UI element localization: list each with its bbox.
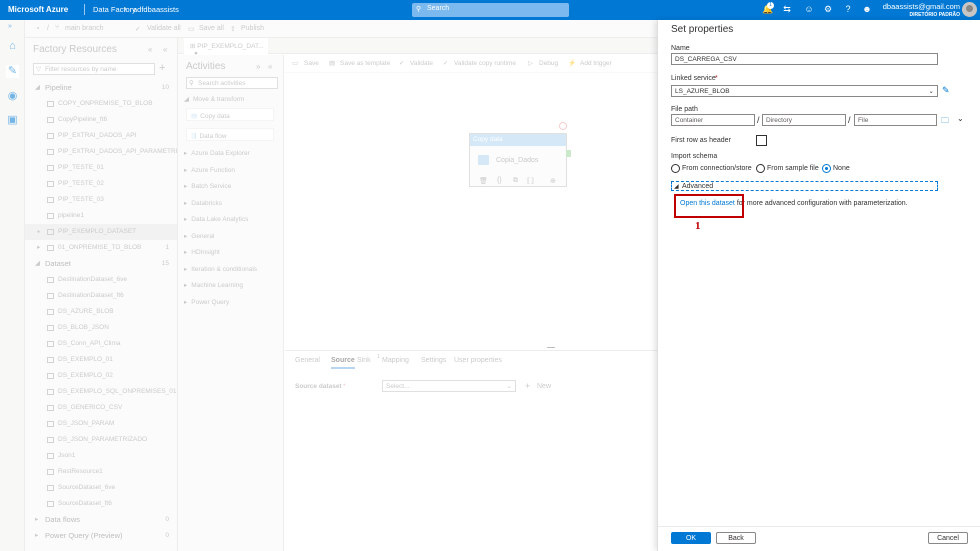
file-input[interactable]: File (854, 114, 937, 126)
back-button[interactable]: Back (716, 532, 756, 544)
name-label: Name (671, 45, 690, 52)
divider (84, 4, 85, 15)
user-email: dbaassists@gmail.com (882, 2, 960, 11)
name-field[interactable]: DS_CARREGA_CSV (671, 53, 938, 65)
folder-icon[interactable]: 🗀 (941, 115, 949, 129)
first-row-checkbox[interactable] (756, 135, 767, 146)
footer-divider (658, 526, 980, 527)
radio-label-connection: From connection/store (682, 165, 752, 172)
set-properties-panel: Set properties Name DS_CARREGA_CSV Linke… (657, 20, 980, 551)
linked-service-value: LS_AZURE_BLOB (675, 88, 730, 95)
search-icon: ⚲ (416, 6, 422, 13)
edit-pencil-icon[interactable]: ✎ (942, 85, 950, 96)
gear-icon[interactable]: ⚙ (822, 4, 834, 15)
first-row-label: First row as header (671, 137, 731, 144)
radio-label-sample: From sample file (767, 165, 819, 172)
help-icon[interactable]: ? (842, 4, 854, 14)
annotation-highlight-box (674, 194, 744, 218)
file-path-label: File path (671, 106, 698, 113)
required-marker: * (715, 75, 718, 82)
import-schema-label: Import schema (671, 153, 718, 160)
container-input[interactable]: Container (671, 114, 755, 126)
user-directory: DIRETÓRIO PADRÃO (909, 12, 960, 18)
chevron-right-icon: › (124, 4, 127, 13)
linked-service-label: Linked service (671, 75, 716, 82)
path-separator: / (757, 115, 760, 125)
directory-input[interactable]: Directory (762, 114, 846, 126)
panel-title: Set properties (671, 24, 734, 35)
import-schema-radios: From connection/store From sample file N… (671, 163, 971, 175)
annotation-number: 1 (695, 220, 701, 232)
radio-none[interactable] (822, 164, 831, 173)
radio-label-none: None (833, 165, 850, 172)
advanced-description: for more advanced configuration with par… (734, 200, 908, 207)
feedback-icon[interactable]: ☺ (803, 4, 815, 14)
path-separator: / (848, 115, 851, 125)
search-placeholder: Search (427, 5, 450, 12)
notification-badge: 1 (767, 2, 774, 9)
radio-from-sample[interactable] (756, 164, 765, 173)
cancel-button[interactable]: Cancel (928, 532, 968, 544)
top-bar: Microsoft Azure Data Factory › adfdbaass… (0, 0, 980, 20)
linked-service-select[interactable]: LS_AZURE_BLOB ⌄ (671, 85, 938, 97)
user-info[interactable]: dbaassists@gmail.com DIRETÓRIO PADRÃO (880, 2, 960, 18)
breadcrumb-service[interactable]: Data Factory (93, 5, 136, 14)
ok-button[interactable]: OK (671, 532, 711, 544)
chevron-down-icon[interactable]: ⌄ (957, 114, 964, 123)
directory-icon[interactable]: ⇆ (781, 4, 793, 15)
chevron-down-icon: ⌄ (928, 88, 934, 95)
search-input[interactable]: ⚲ Search (412, 3, 569, 17)
triangle-down-icon: ◢ (674, 184, 679, 190)
person-icon[interactable]: ☻ (861, 4, 873, 14)
advanced-toggle[interactable]: ◢ Advanced (671, 181, 938, 191)
avatar[interactable] (962, 2, 977, 17)
brand-label[interactable]: Microsoft Azure (8, 5, 68, 14)
breadcrumb-factory[interactable]: adfdbaassists (133, 5, 179, 14)
radio-from-connection[interactable] (671, 164, 680, 173)
advanced-label: Advanced (682, 183, 714, 190)
modal-overlay (0, 20, 657, 551)
